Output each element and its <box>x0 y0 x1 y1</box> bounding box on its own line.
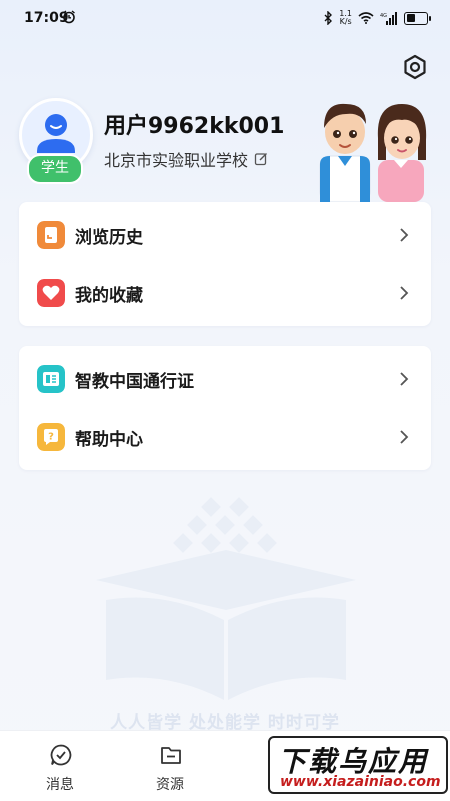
watermark-url: www.xiazainiao.com <box>280 774 441 790</box>
username: 用户9962kk001 <box>104 114 285 139</box>
tab-label: 消息 <box>46 777 74 793</box>
help-icon: ? <box>37 423 65 451</box>
edit-icon[interactable] <box>254 152 268 166</box>
book-logo-watermark <box>96 497 356 700</box>
net-speed: 1.1 K/s <box>339 9 352 26</box>
school-row[interactable]: 北京市实验职业学校 <box>104 147 268 171</box>
status-bar: 17:09 1.1 K/s 4G <box>0 0 450 36</box>
menu-item-label: 智教中国通行证 <box>75 371 194 392</box>
svg-text:?: ? <box>48 432 54 443</box>
pass-card-icon <box>37 365 65 393</box>
school-name: 北京市实验职业学校 <box>104 151 249 170</box>
history-icon <box>37 221 65 249</box>
tab-resources[interactable]: 资源 <box>115 731 225 801</box>
chevron-right-icon <box>400 286 409 300</box>
menu-item-favorites[interactable]: 我的收藏 <box>19 264 431 322</box>
site-watermark: 下载乌应用 www.xiazainiao.com <box>268 736 448 794</box>
menu-card-personal: 浏览历史 我的收藏 <box>19 202 431 326</box>
battery-level <box>406 14 416 22</box>
folder-icon <box>161 747 181 764</box>
chevron-right-icon <box>400 228 409 242</box>
menu-item-label: 我的收藏 <box>75 285 143 306</box>
settings-hexagon-icon[interactable] <box>402 54 428 80</box>
menu-item-pass[interactable]: 智教中国通行证 <box>19 350 431 408</box>
battery-icon <box>404 11 431 25</box>
menu-item-label: 浏览历史 <box>75 227 143 248</box>
chevron-right-icon <box>400 430 409 444</box>
heart-icon <box>37 279 65 307</box>
signal-icon: 4G <box>380 11 397 25</box>
alarm-icon <box>63 10 75 24</box>
message-icon <box>50 744 72 766</box>
wifi-icon <box>358 12 374 24</box>
menu-item-help[interactable]: ? 帮助中心 <box>19 408 431 466</box>
role-badge: 学生 <box>27 154 83 184</box>
menu-item-history[interactable]: 浏览历史 <box>19 206 431 264</box>
tab-messages[interactable]: 消息 <box>5 731 115 801</box>
students-illustration <box>319 103 427 202</box>
chevron-right-icon <box>400 372 409 386</box>
bluetooth-icon <box>324 11 333 25</box>
svg-text:4G: 4G <box>380 13 387 19</box>
menu-item-label: 帮助中心 <box>75 429 143 450</box>
menu-card-services: 智教中国通行证 ? 帮助中心 <box>19 346 431 470</box>
tab-label: 资源 <box>156 777 184 793</box>
